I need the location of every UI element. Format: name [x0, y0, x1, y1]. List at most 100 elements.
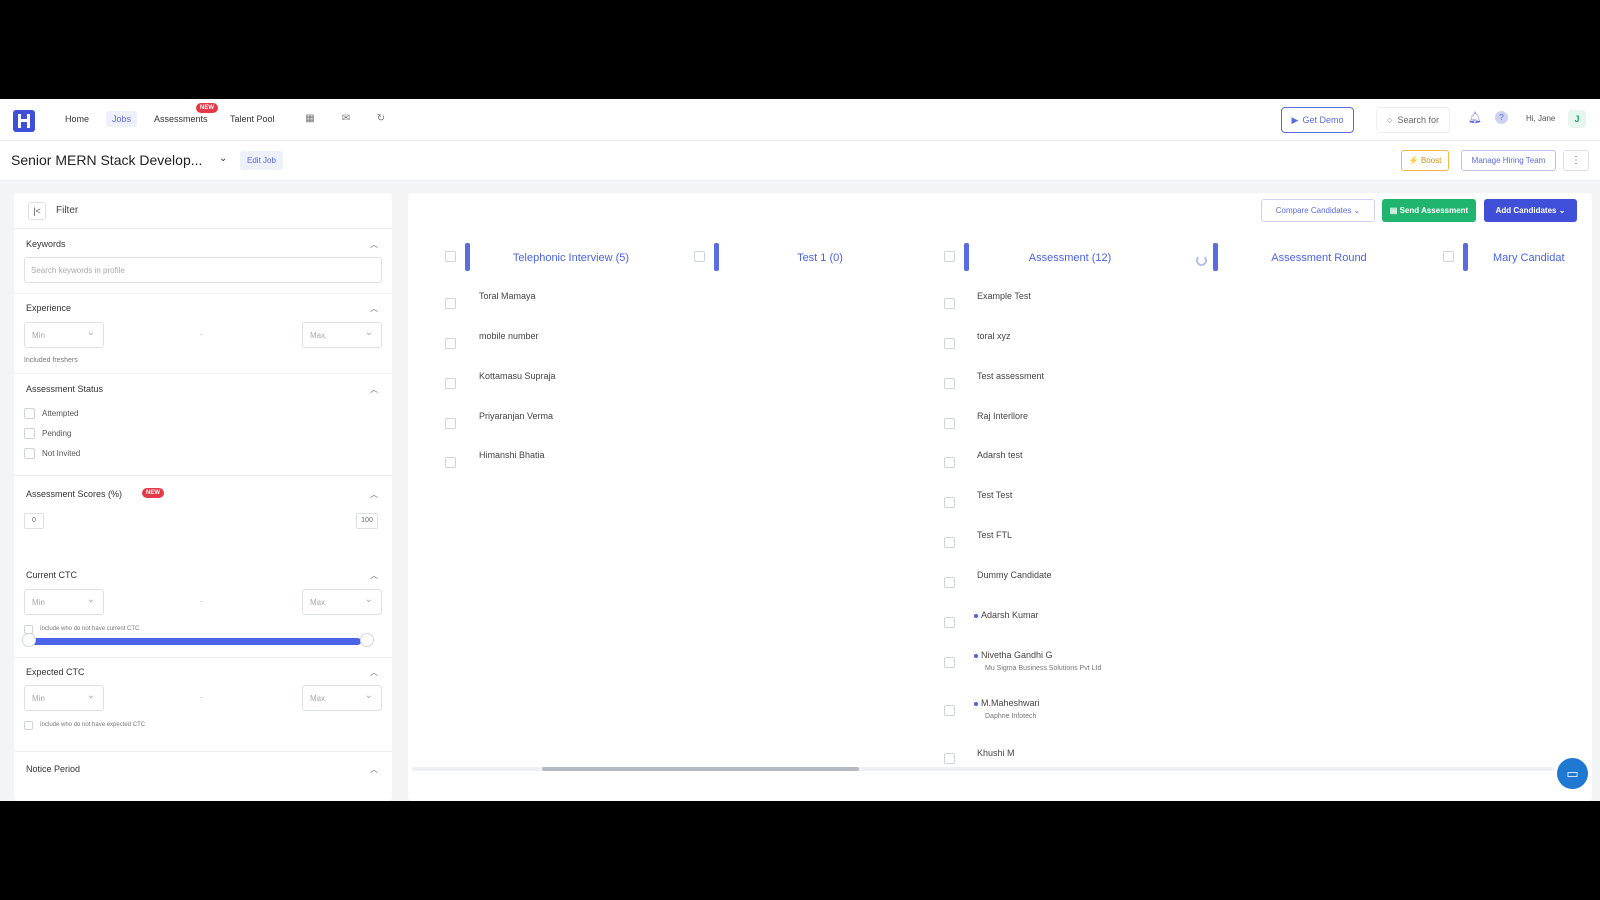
column-select-checkbox[interactable] — [1443, 251, 1454, 262]
candidate-checkbox[interactable] — [944, 378, 955, 389]
expected-ctc-checkbox[interactable] — [24, 721, 33, 730]
chevron-up-icon[interactable]: ︿ — [370, 239, 378, 250]
chevron-up-icon[interactable]: ︿ — [370, 384, 378, 395]
global-search[interactable]: ○ Search for — [1376, 107, 1450, 133]
chevron-down-icon[interactable]: ⌄ — [219, 153, 227, 164]
new-badge: NEW — [196, 103, 218, 113]
current-ctc-section-header[interactable]: Current CTC ︿ — [26, 570, 380, 580]
compare-candidates-button[interactable]: Compare Candidates ⌄ — [1261, 199, 1375, 222]
chevron-up-icon[interactable]: ︿ — [370, 570, 378, 581]
bell-icon[interactable]: 🔔︎ — [1468, 111, 1482, 124]
assessment-status-section-header[interactable]: Assessment Status ︿ — [26, 384, 380, 394]
chevron-up-icon[interactable]: ︿ — [370, 667, 378, 678]
status-attempted-checkbox[interactable] — [24, 408, 35, 419]
status-not-invited-checkbox[interactable] — [24, 448, 35, 459]
candidate-name[interactable]: Test FTL — [977, 530, 1012, 540]
candidate-name[interactable]: Example Test — [977, 291, 1031, 301]
mail-icon[interactable]: ✉ — [339, 112, 353, 126]
add-candidates-button[interactable]: Add Candidates ⌄ — [1484, 199, 1577, 222]
job-title[interactable]: Senior MERN Stack Develop... — [11, 152, 202, 168]
candidate-name-text: Nivetha Gandhi G — [981, 650, 1053, 660]
candidate-name[interactable]: Raj Interllore — [977, 411, 1028, 421]
help-icon[interactable]: ? — [1495, 111, 1508, 124]
refresh-icon[interactable]: ↻ — [374, 112, 388, 126]
candidate-name[interactable]: Priyaranjan Verma — [479, 411, 553, 421]
edit-job-button[interactable]: Edit Job — [240, 151, 283, 170]
chevron-up-icon[interactable]: ︿ — [370, 489, 378, 500]
candidate-name[interactable]: Test assessment — [977, 371, 1044, 381]
slider-max-handle[interactable] — [360, 633, 374, 647]
experience-max-select[interactable]: Max — [302, 322, 382, 348]
experience-section-header[interactable]: Experience ︿ — [26, 303, 380, 313]
score-range-slider[interactable] — [29, 638, 361, 645]
candidate-name[interactable]: Test Test — [977, 490, 1012, 500]
app-logo[interactable] — [13, 110, 35, 132]
chevron-up-icon[interactable]: ︿ — [370, 764, 378, 775]
nav-jobs[interactable]: Jobs — [106, 111, 138, 127]
candidate-checkbox[interactable] — [944, 577, 955, 588]
candidate-checkbox[interactable] — [944, 497, 955, 508]
chat-support-icon[interactable]: ▭ — [1557, 758, 1588, 789]
candidate-name[interactable]: Kottamasu Supraja — [479, 371, 556, 381]
candidate-name[interactable]: mobile number — [479, 331, 539, 341]
candidate-name[interactable]: Nivetha Gandhi G — [974, 650, 1053, 660]
candidate-name[interactable]: Adarsh Kumar — [974, 610, 1039, 620]
expected-ctc-min-select[interactable]: Min — [24, 685, 104, 711]
slider-min-handle[interactable] — [22, 633, 36, 647]
send-assessment-button[interactable]: ▤ Send Assessment — [1382, 199, 1476, 222]
candidate-checkbox[interactable] — [944, 537, 955, 548]
current-ctc-checkbox[interactable] — [24, 625, 33, 634]
candidate-name[interactable]: Dummy Candidate — [977, 570, 1052, 580]
column-color-bar — [714, 243, 719, 271]
candidate-checkbox[interactable] — [445, 338, 456, 349]
score-max-input[interactable]: 100 — [356, 513, 378, 529]
candidate-name[interactable]: Toral Mamaya — [479, 291, 536, 301]
candidate-checkbox[interactable] — [944, 617, 955, 628]
candidate-checkbox[interactable] — [445, 418, 456, 429]
candidate-checkbox[interactable] — [944, 418, 955, 429]
expected-ctc-section-header[interactable]: Expected CTC ︿ — [26, 667, 380, 677]
column-select-checkbox[interactable] — [694, 251, 705, 262]
notice-period-section-header[interactable]: Notice Period ︿ — [26, 764, 380, 774]
expected-ctc-max-select[interactable]: Max — [302, 685, 382, 711]
boost-button[interactable]: ⚡ Boost — [1401, 150, 1449, 171]
collapse-filter-icon[interactable]: |< — [28, 202, 46, 220]
horizontal-scrollbar[interactable] — [412, 767, 1554, 771]
assessment-status-label: Assessment Status — [26, 384, 104, 394]
avatar[interactable]: J — [1568, 110, 1586, 128]
candidate-name[interactable]: Khushi M — [977, 748, 1015, 758]
assessment-scores-section-header[interactable]: Assessment Scores (%) NEW ︿ — [26, 488, 380, 500]
more-options-icon[interactable]: ⋮ — [1563, 150, 1589, 171]
manage-hiring-team-button[interactable]: Manage Hiring Team — [1461, 150, 1556, 171]
nav-home[interactable]: Home — [65, 114, 89, 124]
experience-min-select[interactable]: Min — [24, 322, 104, 348]
candidate-checkbox[interactable] — [944, 657, 955, 668]
nav-talent-pool[interactable]: Talent Pool — [230, 114, 275, 124]
candidate-checkbox[interactable] — [944, 338, 955, 349]
nav-assessments[interactable]: Assessments — [154, 114, 208, 124]
current-ctc-min-select[interactable]: Min — [24, 589, 104, 615]
candidate-checkbox[interactable] — [445, 457, 456, 468]
candidate-name[interactable]: M.Maheshwari — [974, 698, 1040, 708]
candidate-name[interactable]: Himanshi Bhatia — [479, 450, 545, 460]
candidate-checkbox[interactable] — [445, 378, 456, 389]
candidate-name[interactable]: toral xyz — [977, 331, 1011, 341]
candidate-checkbox[interactable] — [944, 298, 955, 309]
column-select-checkbox[interactable] — [445, 251, 456, 262]
candidate-checkbox[interactable] — [944, 705, 955, 716]
candidate-checkbox[interactable] — [944, 753, 955, 764]
score-min-input[interactable]: 0 — [24, 513, 44, 529]
calendar-icon[interactable]: ▦ — [303, 112, 317, 126]
current-ctc-max-select[interactable]: Max — [302, 589, 382, 615]
get-demo-button[interactable]: ▶ Get Demo — [1281, 107, 1354, 133]
column-select-checkbox[interactable] — [944, 251, 955, 262]
candidate-name[interactable]: Adarsh test — [977, 450, 1023, 460]
keywords-input[interactable]: Search keywords in profile — [24, 257, 382, 283]
scrollbar-thumb[interactable] — [542, 767, 859, 771]
keywords-section-header[interactable]: Keywords ︿ — [26, 239, 380, 249]
user-greeting[interactable]: Hi, Jane — [1526, 114, 1555, 123]
candidate-checkbox[interactable] — [944, 457, 955, 468]
status-pending-checkbox[interactable] — [24, 428, 35, 439]
chevron-up-icon[interactable]: ︿ — [370, 303, 378, 314]
candidate-checkbox[interactable] — [445, 298, 456, 309]
